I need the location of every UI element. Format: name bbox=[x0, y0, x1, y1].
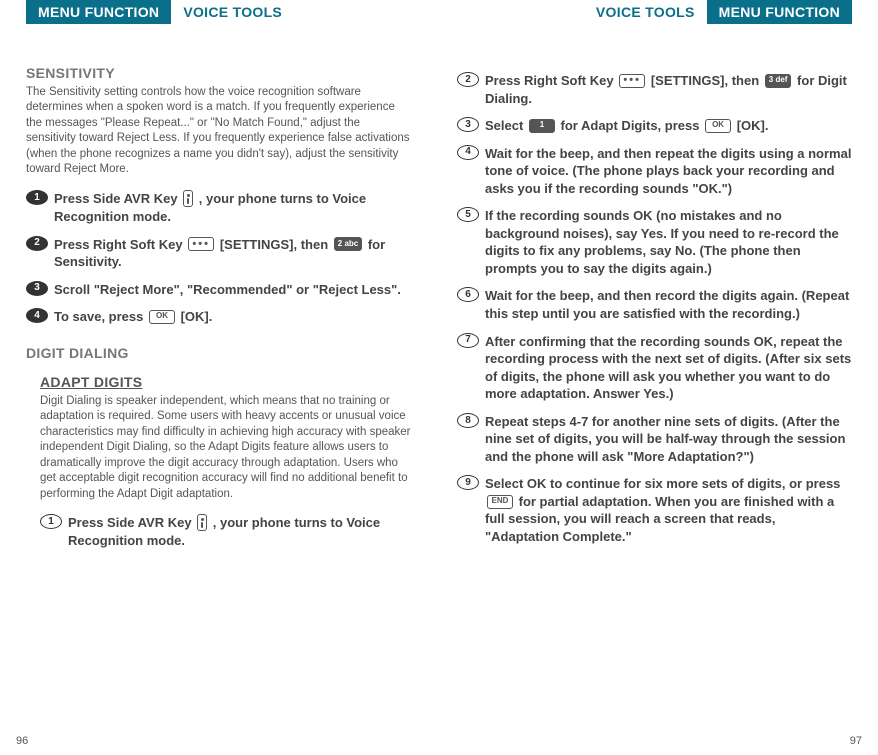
ok-label: OK bbox=[712, 120, 724, 131]
adapt-step-3: 3 Select 1 for Adapt Digits, press OK [O… bbox=[457, 117, 852, 135]
adapt-digits-block: ADAPT DIGITS Digit Dialing is speaker in… bbox=[26, 373, 413, 550]
text-fragment: for Adapt Digits, press bbox=[557, 118, 703, 133]
side-avr-key-icon bbox=[197, 514, 207, 531]
text-fragment: Press Right Soft Key bbox=[485, 73, 617, 88]
side-avr-key-icon bbox=[183, 190, 193, 207]
left-page: MENU FUNCTION VOICE TOOLS SENSITIVITY Th… bbox=[0, 0, 439, 755]
page-spread: MENU FUNCTION VOICE TOOLS SENSITIVITY Th… bbox=[0, 0, 878, 755]
text-fragment: [OK]. bbox=[177, 309, 212, 324]
adapt-digits-description: Digit Dialing is speaker independent, wh… bbox=[40, 394, 413, 503]
step-text: Scroll "Reject More", "Recommended" or "… bbox=[54, 281, 413, 299]
page-number: 97 bbox=[850, 735, 862, 747]
adapt-step-5: 5 If the recording sounds OK (no mistake… bbox=[457, 207, 852, 277]
step-text: Select 1 for Adapt Digits, press OK [OK]… bbox=[485, 117, 852, 135]
step-number-icon: 5 bbox=[457, 207, 479, 222]
step-number-icon: 9 bbox=[457, 475, 479, 490]
adapt-step-2: 2 Press Right Soft Key ••• [SETTINGS], t… bbox=[457, 72, 852, 107]
text-fragment: [SETTINGS], then bbox=[216, 237, 332, 252]
section-title-sensitivity: SENSITIVITY bbox=[26, 64, 413, 83]
step-number-icon: 7 bbox=[457, 333, 479, 348]
menu-function-tab: MENU FUNCTION bbox=[26, 0, 171, 24]
step-number-icon: 1 bbox=[40, 514, 62, 529]
right-header: VOICE TOOLS MENU FUNCTION bbox=[457, 0, 852, 42]
step-text: Press Right Soft Key ••• [SETTINGS], the… bbox=[485, 72, 852, 107]
right-content: 2 Press Right Soft Key ••• [SETTINGS], t… bbox=[457, 42, 852, 546]
sensitivity-description: The Sensitivity setting controls how the… bbox=[26, 85, 413, 178]
text-fragment: Press Side AVR Key bbox=[54, 191, 181, 206]
step-text: Press Right Soft Key ••• [SETTINGS], the… bbox=[54, 236, 413, 271]
text-fragment: Select bbox=[485, 118, 527, 133]
adapt-step-9: 9 Select OK to continue for six more set… bbox=[457, 475, 852, 545]
step-text: If the recording sounds OK (no mistakes … bbox=[485, 207, 852, 277]
step-number-icon: 6 bbox=[457, 287, 479, 302]
sensitivity-step-4: 4 To save, press OK [OK]. bbox=[26, 308, 413, 326]
ok-label: OK bbox=[156, 311, 168, 322]
step-text: To save, press OK [OK]. bbox=[54, 308, 413, 326]
step-text: Wait for the beep, and then repeat the d… bbox=[485, 145, 852, 198]
page-number: 96 bbox=[16, 735, 28, 747]
sensitivity-step-2: 2 Press Right Soft Key ••• [SETTINGS], t… bbox=[26, 236, 413, 271]
section-title-digit-dialing: DIGIT DIALING bbox=[26, 344, 413, 363]
text-fragment: [SETTINGS], then bbox=[647, 73, 763, 88]
step-number-icon: 4 bbox=[457, 145, 479, 160]
step-text: Press Side AVR Key , your phone turns to… bbox=[68, 514, 413, 550]
step-number-icon: 1 bbox=[26, 190, 48, 205]
step-text: After confirming that the recording soun… bbox=[485, 333, 852, 403]
adapt-step-1: 1 Press Side AVR Key , your phone turns … bbox=[40, 514, 413, 550]
step-text: Wait for the beep, and then record the d… bbox=[485, 287, 852, 322]
subsection-title-adapt-digits: ADAPT DIGITS bbox=[40, 373, 413, 392]
adapt-step-4: 4 Wait for the beep, and then repeat the… bbox=[457, 145, 852, 198]
step-number-icon: 4 bbox=[26, 308, 48, 323]
right-soft-key-icon: ••• bbox=[188, 237, 214, 251]
menu-function-tab: MENU FUNCTION bbox=[707, 0, 852, 24]
right-soft-key-icon: ••• bbox=[619, 74, 645, 88]
step-text: Press Side AVR Key , your phone turns to… bbox=[54, 190, 413, 226]
text-fragment: Press Side AVR Key bbox=[68, 515, 195, 530]
step-number-icon: 2 bbox=[457, 72, 479, 87]
left-content: SENSITIVITY The Sensitivity setting cont… bbox=[26, 42, 413, 550]
voice-tools-tab: VOICE TOOLS bbox=[584, 0, 707, 24]
step-text: Repeat steps 4-7 for another nine sets o… bbox=[485, 413, 852, 466]
key-1-icon: 1 bbox=[529, 119, 555, 133]
step-number-icon: 3 bbox=[457, 117, 479, 132]
text-fragment: Press Right Soft Key bbox=[54, 237, 186, 252]
right-page: VOICE TOOLS MENU FUNCTION 2 Press Right … bbox=[439, 0, 878, 755]
step-text: Select OK to continue for six more sets … bbox=[485, 475, 852, 545]
adapt-step-6: 6 Wait for the beep, and then record the… bbox=[457, 287, 852, 322]
ok-key-icon: OK bbox=[705, 119, 731, 133]
text-fragment: for partial adaptation. When you are fin… bbox=[485, 494, 834, 544]
text-fragment: [OK]. bbox=[733, 118, 768, 133]
text-fragment: To save, press bbox=[54, 309, 147, 324]
left-header: MENU FUNCTION VOICE TOOLS bbox=[26, 0, 413, 42]
adapt-step-7: 7 After confirming that the recording so… bbox=[457, 333, 852, 403]
text-fragment: Select OK to continue for six more sets … bbox=[485, 476, 840, 491]
sensitivity-step-3: 3 Scroll "Reject More", "Recommended" or… bbox=[26, 281, 413, 299]
key-2-icon: 2 abc bbox=[334, 237, 362, 251]
ok-key-icon: OK bbox=[149, 310, 175, 324]
step-number-icon: 3 bbox=[26, 281, 48, 296]
step-number-icon: 2 bbox=[26, 236, 48, 251]
voice-tools-tab: VOICE TOOLS bbox=[171, 0, 294, 24]
key-3-icon: 3 def bbox=[765, 74, 792, 88]
sensitivity-step-1: 1 Press Side AVR Key , your phone turns … bbox=[26, 190, 413, 226]
adapt-step-8: 8 Repeat steps 4-7 for another nine sets… bbox=[457, 413, 852, 466]
end-key-icon: END bbox=[487, 495, 513, 509]
step-number-icon: 8 bbox=[457, 413, 479, 428]
